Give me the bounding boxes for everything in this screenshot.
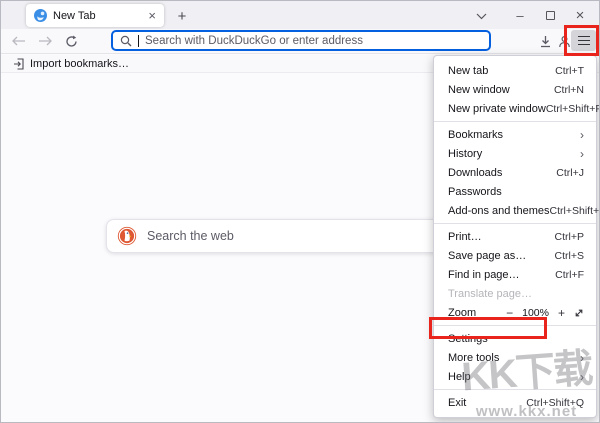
tab-strip: New Tab × + – ×: [1, 1, 599, 29]
zoom-controls: −100% +: [506, 307, 584, 319]
close-button[interactable]: ×: [565, 2, 595, 28]
menu-item-label: Translate page…: [448, 288, 532, 300]
menu-item-shortcut: Ctrl+S: [555, 250, 584, 262]
back-button[interactable]: [8, 31, 30, 51]
menu-item-find-in-page[interactable]: Find in page… Ctrl+F: [434, 265, 596, 284]
menu-item-downloads[interactable]: Downloads Ctrl+J: [434, 163, 596, 182]
menu-item-label: Print…: [448, 231, 482, 243]
menu-item-history[interactable]: History ›: [434, 144, 596, 163]
maximize-icon: [546, 11, 555, 20]
menu-item-label: Bookmarks: [448, 129, 503, 141]
menu-item-zoom[interactable]: Zoom −100% +: [434, 303, 596, 322]
app-menu-button[interactable]: [571, 30, 596, 51]
fullscreen-icon[interactable]: [574, 308, 584, 318]
menu-separator: [434, 121, 596, 122]
navigation-toolbar: Search with DuckDuckGo or enter address: [1, 29, 599, 54]
menu-item-more-tools[interactable]: More tools ›: [434, 348, 596, 367]
menu-item-shortcut: Ctrl+Shift+A: [550, 205, 600, 217]
menu-separator: [434, 389, 596, 390]
app-menu-popup: New tab Ctrl+T New window Ctrl+N New private…: [433, 55, 597, 418]
reload-button[interactable]: [60, 31, 82, 51]
tab-title: New Tab: [53, 10, 142, 22]
menu-item-label: Exit: [448, 397, 466, 409]
address-bar[interactable]: Search with DuckDuckGo or enter address: [111, 30, 491, 51]
menu-item-shortcut: Ctrl+N: [554, 84, 584, 96]
menu-item-shortcut: Ctrl+J: [556, 167, 584, 179]
menu-item-passwords[interactable]: Passwords: [434, 182, 596, 201]
menu-item-label: Save page as…: [448, 250, 526, 262]
menu-item-settings[interactable]: Settings: [434, 329, 596, 348]
menu-item-shortcut: Ctrl+Shift+Q: [526, 397, 584, 409]
tab-close-icon[interactable]: ×: [148, 9, 156, 22]
menu-item-new-window[interactable]: New window Ctrl+N: [434, 80, 596, 99]
menu-item-shortcut: Ctrl+P: [555, 231, 584, 243]
tab-favicon-icon: [34, 9, 47, 22]
maximize-button[interactable]: [535, 2, 565, 28]
search-icon: [120, 35, 132, 47]
import-bookmarks-icon: [13, 58, 25, 70]
web-search-box[interactable]: Search the web: [106, 219, 476, 253]
text-caret: [138, 35, 139, 47]
menu-item-label: New tab: [448, 65, 488, 77]
menu-item-shortcut: Ctrl+T: [555, 65, 584, 77]
window-controls: – ×: [505, 1, 595, 29]
submenu-chevron-icon: ›: [580, 371, 584, 383]
menu-item-add-ons-and-themes[interactable]: Add-ons and themesCtrl+Shift+A: [434, 201, 596, 220]
menu-separator: [434, 325, 596, 326]
tab-new-tab[interactable]: New Tab ×: [26, 4, 164, 27]
menu-item-label: Settings: [448, 333, 488, 345]
hamburger-icon: [578, 40, 590, 42]
menu-item-translate-page: Translate page…: [434, 284, 596, 303]
menu-item-label: New private window: [448, 103, 546, 115]
menu-item-label: More tools: [448, 352, 499, 364]
submenu-chevron-icon: ›: [580, 129, 584, 141]
menu-item-label: New window: [448, 84, 510, 96]
menu-item-label: History: [448, 148, 482, 160]
web-search-placeholder: Search the web: [147, 229, 234, 243]
zoom-level: 100%: [522, 307, 549, 319]
menu-item-label: Find in page…: [448, 269, 520, 281]
menu-item-new-tab[interactable]: New tab Ctrl+T: [434, 61, 596, 80]
menu-item-bookmarks[interactable]: Bookmarks ›: [434, 125, 596, 144]
list-all-tabs-chevron-icon[interactable]: [471, 7, 491, 25]
menu-item-label: Zoom: [448, 307, 476, 319]
duckduckgo-logo-icon: [117, 226, 137, 246]
menu-item-shortcut: Ctrl+F: [555, 269, 584, 281]
zoom-in-button[interactable]: +: [558, 307, 565, 319]
browser-window: New Tab × + – × Search with DuckDuckG: [0, 0, 600, 423]
submenu-chevron-icon: ›: [580, 352, 584, 364]
minimize-button[interactable]: –: [505, 2, 535, 28]
menu-item-help[interactable]: Help ›: [434, 367, 596, 386]
menu-item-label: Passwords: [448, 186, 502, 198]
menu-item-new-private-window[interactable]: New private windowCtrl+Shift+P: [434, 99, 596, 118]
menu-item-label: Downloads: [448, 167, 502, 179]
menu-item-shortcut: Ctrl+Shift+P: [546, 103, 600, 115]
import-bookmarks-button[interactable]: Import bookmarks…: [30, 58, 129, 70]
menu-item-print[interactable]: Print… Ctrl+P: [434, 227, 596, 246]
submenu-chevron-icon: ›: [580, 148, 584, 160]
menu-separator: [434, 223, 596, 224]
menu-item-label: Help: [448, 371, 471, 383]
forward-button[interactable]: [34, 31, 56, 51]
menu-item-label: Add-ons and themes: [448, 205, 550, 217]
new-tab-button[interactable]: +: [171, 5, 193, 27]
address-bar-placeholder: Search with DuckDuckGo or enter address: [145, 35, 363, 47]
menu-item-save-page-as[interactable]: Save page as… Ctrl+S: [434, 246, 596, 265]
menu-item-exit[interactable]: Exit Ctrl+Shift+Q: [434, 393, 596, 412]
zoom-out-button[interactable]: −: [506, 307, 513, 319]
